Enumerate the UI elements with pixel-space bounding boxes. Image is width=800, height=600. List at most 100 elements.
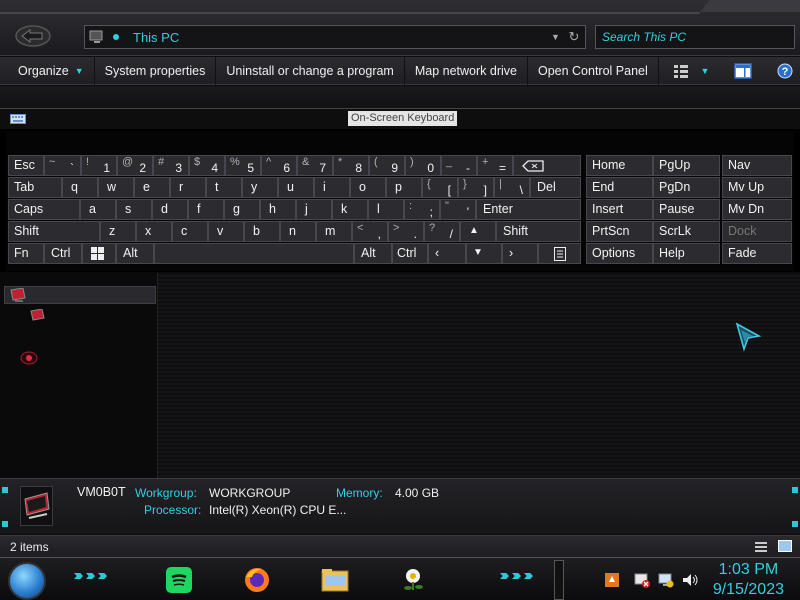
key-g[interactable]: g <box>224 199 260 220</box>
key-3[interactable]: #3 <box>153 155 189 176</box>
key-c[interactable]: c <box>172 221 208 242</box>
key-prtscn[interactable]: PrtScn <box>586 221 653 242</box>
key-scrlk[interactable]: ScrLk <box>653 221 720 242</box>
key-ctrl-left[interactable]: Ctrl <box>44 243 82 264</box>
key-4[interactable]: $4 <box>189 155 225 176</box>
key-down-arrow[interactable]: ▼ <box>466 243 502 264</box>
large-icons-view-icon[interactable] <box>778 540 792 552</box>
start-button[interactable] <box>8 562 46 600</box>
tray-action-center-icon[interactable] <box>634 572 650 588</box>
key-move-down[interactable]: Mv Dn <box>722 199 792 220</box>
key-enter[interactable]: Enter <box>476 199 581 220</box>
key-x[interactable]: x <box>136 221 172 242</box>
key-2[interactable]: @2 <box>117 155 153 176</box>
key-shift-right[interactable]: Shift <box>496 221 581 242</box>
key-caps[interactable]: Caps <box>8 199 80 220</box>
key-help[interactable]: Help <box>653 243 720 264</box>
key-options[interactable]: Options <box>586 243 653 264</box>
key-w[interactable]: w <box>98 177 134 198</box>
key-j[interactable]: j <box>296 199 332 220</box>
taskbar-app-photos[interactable] <box>396 564 430 596</box>
key-p[interactable]: p <box>386 177 422 198</box>
help-icon[interactable]: ? <box>776 63 794 79</box>
key-k[interactable]: k <box>332 199 368 220</box>
refresh-icon[interactable]: ↻ <box>563 29 585 45</box>
key-r[interactable]: r <box>170 177 206 198</box>
key-windows[interactable] <box>82 243 116 264</box>
key-shift-left[interactable]: Shift <box>8 221 100 242</box>
search-input[interactable] <box>602 30 788 44</box>
key-l[interactable]: l <box>368 199 404 220</box>
key-nav[interactable]: Nav <box>722 155 792 176</box>
key-minus[interactable]: _ - <box>441 155 477 176</box>
homegroup-icon[interactable] <box>20 351 38 365</box>
key-pause[interactable]: Pause <box>653 199 720 220</box>
uninstall-program-button[interactable]: Uninstall or change a program <box>216 56 405 85</box>
key-semicolon[interactable]: :; <box>404 199 440 220</box>
key-v[interactable]: v <box>208 221 244 242</box>
key-open-bracket[interactable]: {[ <box>422 177 458 198</box>
key-s[interactable]: s <box>116 199 152 220</box>
key-tab[interactable]: Tab <box>8 177 62 198</box>
taskbar-app-firefox[interactable] <box>240 564 274 596</box>
key-a[interactable]: a <box>80 199 116 220</box>
key-close-bracket[interactable]: }] <box>458 177 494 198</box>
key-6[interactable]: ^ 6 <box>261 155 297 176</box>
system-properties-button[interactable]: System properties <box>95 56 217 85</box>
tray-network-icon[interactable] <box>658 572 674 588</box>
key-u[interactable]: u <box>278 177 314 198</box>
key-e[interactable]: e <box>134 177 170 198</box>
key-m[interactable]: m <box>316 221 352 242</box>
key-equals[interactable]: + = <box>477 155 513 176</box>
key-right-arrow[interactable]: › <box>502 243 538 264</box>
key-5[interactable]: % 5 <box>225 155 261 176</box>
key-quote[interactable]: " ' <box>440 199 476 220</box>
key-insert[interactable]: Insert <box>586 199 653 220</box>
key-ctrl-right[interactable]: Ctrl <box>392 243 428 264</box>
key-up-arrow[interactable]: ▲ <box>460 221 496 242</box>
key-f[interactable]: f <box>188 199 224 220</box>
nav-item-this-pc[interactable] <box>4 286 156 304</box>
map-network-drive-button[interactable]: Map network drive <box>405 56 528 85</box>
tray-update-icon[interactable] <box>604 572 620 588</box>
address-bar[interactable]: This PC ▼ ↻ <box>84 25 586 49</box>
key-0[interactable]: ) 0 <box>405 155 441 176</box>
key-fade[interactable]: Fade <box>722 243 792 264</box>
key-backspace[interactable] <box>513 155 581 176</box>
key-pgup[interactable]: PgUp <box>653 155 720 176</box>
taskbar-app-spotify[interactable] <box>162 564 196 596</box>
key-esc[interactable]: Esc <box>8 155 44 176</box>
open-control-panel-button[interactable]: Open Control Panel <box>528 56 659 85</box>
key-d[interactable]: d <box>152 199 188 220</box>
taskbar-app-file-explorer[interactable] <box>318 564 352 596</box>
key-del[interactable]: Del <box>530 177 581 198</box>
system-clock[interactable]: 1:03 PM 9/15/2023 <box>713 560 784 600</box>
key-fn[interactable]: Fn <box>8 243 44 264</box>
key-q[interactable]: q <box>62 177 98 198</box>
key-menu[interactable] <box>538 243 581 264</box>
key-comma[interactable]: <, <box>352 221 388 242</box>
key-backtick[interactable]: ~ ` <box>44 155 81 176</box>
preview-pane-icon[interactable] <box>734 62 752 79</box>
key-dock[interactable]: Dock <box>722 221 792 242</box>
key-t[interactable]: t <box>206 177 242 198</box>
key-end[interactable]: End <box>586 177 653 198</box>
key-9[interactable]: (9 <box>369 155 405 176</box>
key-1[interactable]: ! 1 <box>81 155 117 176</box>
key-alt-left[interactable]: Alt <box>116 243 154 264</box>
key-n[interactable]: n <box>280 221 316 242</box>
key-slash[interactable]: ? / <box>424 221 460 242</box>
key-h[interactable]: h <box>260 199 296 220</box>
key-backslash[interactable]: | \ <box>494 177 530 198</box>
key-7[interactable]: & 7 <box>297 155 333 176</box>
key-b[interactable]: b <box>244 221 280 242</box>
key-left-arrow[interactable]: ‹ <box>428 243 466 264</box>
organize-menu[interactable]: Organize ▼ <box>0 56 95 85</box>
key-period[interactable]: >. <box>388 221 424 242</box>
key-home[interactable]: Home <box>586 155 653 176</box>
tray-volume-icon[interactable] <box>682 572 698 588</box>
key-z[interactable]: z <box>100 221 136 242</box>
key-8[interactable]: * 8 <box>333 155 369 176</box>
key-o[interactable]: o <box>350 177 386 198</box>
key-alt-right[interactable]: Alt <box>354 243 392 264</box>
